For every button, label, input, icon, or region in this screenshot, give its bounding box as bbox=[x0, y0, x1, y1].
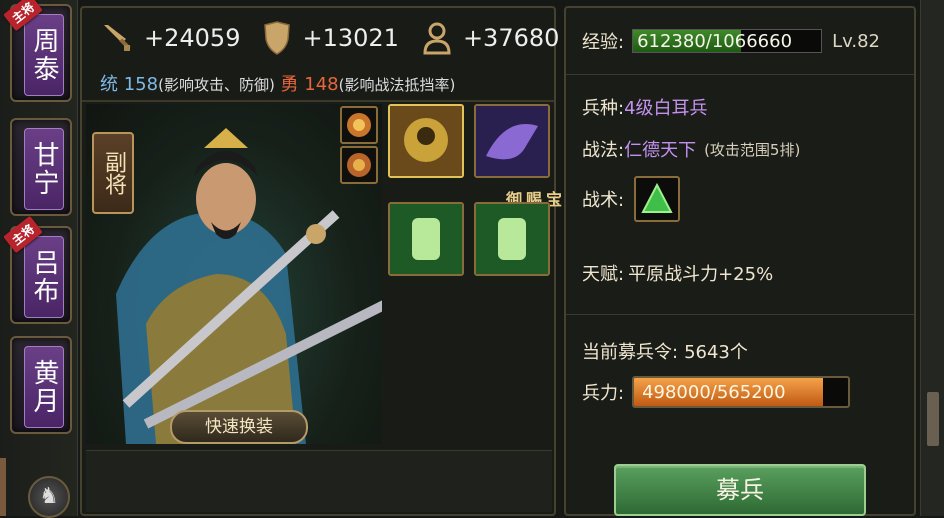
treasure-slot-2[interactable] bbox=[474, 202, 550, 276]
general-name: 甘宁 bbox=[24, 128, 64, 210]
divider bbox=[82, 100, 554, 102]
bottom-bar bbox=[86, 450, 552, 512]
lead-note: (影响攻击、防御) bbox=[158, 76, 275, 94]
unit-value[interactable]: 4级白耳兵 bbox=[624, 94, 707, 120]
unit-row: 兵种: 4级白耳兵 bbox=[582, 94, 708, 120]
treasure-slot-1[interactable] bbox=[388, 202, 464, 276]
troops-row: 兵力: 498000/565200 bbox=[582, 376, 851, 408]
general-panel: +24059 +13021 +37680 统 158(影响攻击、防御) 勇 14… bbox=[80, 6, 582, 516]
recruit-button[interactable]: 募兵 bbox=[614, 464, 866, 516]
golden-warrior-icon bbox=[390, 106, 462, 176]
general-name: 吕布 bbox=[24, 236, 64, 318]
talent-value: 平原战斗力+25% bbox=[628, 264, 774, 285]
recruit-orders-label: 当前募兵令: bbox=[582, 342, 679, 363]
jade-token-icon bbox=[390, 204, 462, 274]
equip-slot-general-card[interactable] bbox=[388, 104, 464, 178]
general-tab-huangyue[interactable]: 黄月 bbox=[10, 336, 72, 434]
general-name: 周泰 bbox=[24, 14, 64, 96]
side-scroll-handle[interactable] bbox=[927, 392, 939, 446]
lead-value: 158 bbox=[123, 74, 159, 95]
defense-stat: +13021 bbox=[262, 21, 399, 55]
scroll-indicator bbox=[0, 458, 6, 516]
dark-horse-icon bbox=[476, 106, 548, 176]
medal-icon bbox=[347, 113, 371, 137]
level-value: Lv.82 bbox=[832, 30, 880, 52]
talent-label: 天赋: bbox=[582, 264, 625, 285]
recruit-orders-value: 5643个 bbox=[684, 342, 748, 363]
horse-icon[interactable]: ♞ bbox=[28, 476, 70, 518]
details-panel: 经验: 612380/1066660 Lv.82 兵种: 4级白耳兵 战法: 仁… bbox=[564, 6, 916, 516]
equip-slot-mount[interactable] bbox=[474, 104, 550, 178]
exp-row: 经验: 612380/1066660 Lv.82 bbox=[582, 28, 880, 54]
green-triangle-icon bbox=[641, 182, 673, 213]
troops-bar: 498000/565200 bbox=[632, 376, 851, 408]
brave-note: (影响战法抵挡率) bbox=[338, 76, 456, 94]
attack-stat: +24059 bbox=[100, 21, 240, 55]
medal-icon bbox=[347, 153, 371, 177]
exp-value: 612380/1066660 bbox=[637, 31, 793, 52]
stats-row: +24059 +13021 +37680 bbox=[82, 8, 559, 68]
quick-equip-button[interactable]: 快速换装 bbox=[170, 410, 308, 444]
shield-icon bbox=[264, 21, 291, 55]
troops-value: 498000/565200 bbox=[642, 382, 786, 403]
attack-value: +24059 bbox=[144, 24, 241, 52]
vice-general-tag: 副将 bbox=[92, 132, 134, 214]
recruit-orders-row: 当前募兵令: 5643个 bbox=[582, 338, 748, 364]
defense-value: +13021 bbox=[302, 24, 399, 52]
talent-row: 天赋: 平原战斗力+25% bbox=[582, 260, 773, 286]
divider bbox=[566, 74, 914, 75]
sword-icon bbox=[104, 25, 131, 51]
skill-row: 战法: 仁德天下 (攻击范围5排) bbox=[582, 136, 800, 162]
lead-label: 统 bbox=[100, 74, 118, 95]
skill-value[interactable]: 仁德天下 bbox=[624, 136, 696, 162]
troops-value: +37680 bbox=[462, 24, 560, 52]
brave-value: 148 bbox=[304, 74, 339, 95]
skill-label: 战法: bbox=[582, 140, 625, 161]
general-tab-lvbu[interactable]: 吕布 主将 bbox=[3, 215, 72, 324]
skill-note: (攻击范围5排) bbox=[704, 140, 801, 159]
unit-label: 兵种: bbox=[582, 98, 625, 119]
attribute-row: 统 158(影响攻击、防御) 勇 148(影响战法抵挡率) bbox=[100, 70, 455, 96]
general-list: 周泰 主将 甘宁 吕布 主将 黄月 ♞ bbox=[0, 0, 78, 518]
general-tab-ganning[interactable]: 甘宁 bbox=[10, 118, 72, 216]
brave-label: 勇 bbox=[280, 74, 299, 95]
exp-bar: 612380/1066660 bbox=[632, 29, 823, 53]
exp-label: 经验: bbox=[582, 32, 625, 53]
equip-slot-medal-1[interactable] bbox=[340, 106, 378, 144]
equip-slot-medal-2[interactable] bbox=[340, 146, 378, 184]
general-tab-zhoutai[interactable]: 周泰 主将 bbox=[3, 0, 72, 102]
tactic-row: 战术: bbox=[582, 176, 681, 222]
troops-stat: +37680 bbox=[421, 21, 559, 55]
tactic-label: 战术: bbox=[582, 190, 625, 211]
soldier-icon bbox=[423, 22, 451, 55]
jade-token-icon bbox=[476, 204, 548, 274]
tactic-slot[interactable] bbox=[634, 176, 681, 222]
divider bbox=[566, 314, 914, 315]
troops-label: 兵力: bbox=[582, 383, 625, 404]
general-name: 黄月 bbox=[24, 346, 64, 428]
